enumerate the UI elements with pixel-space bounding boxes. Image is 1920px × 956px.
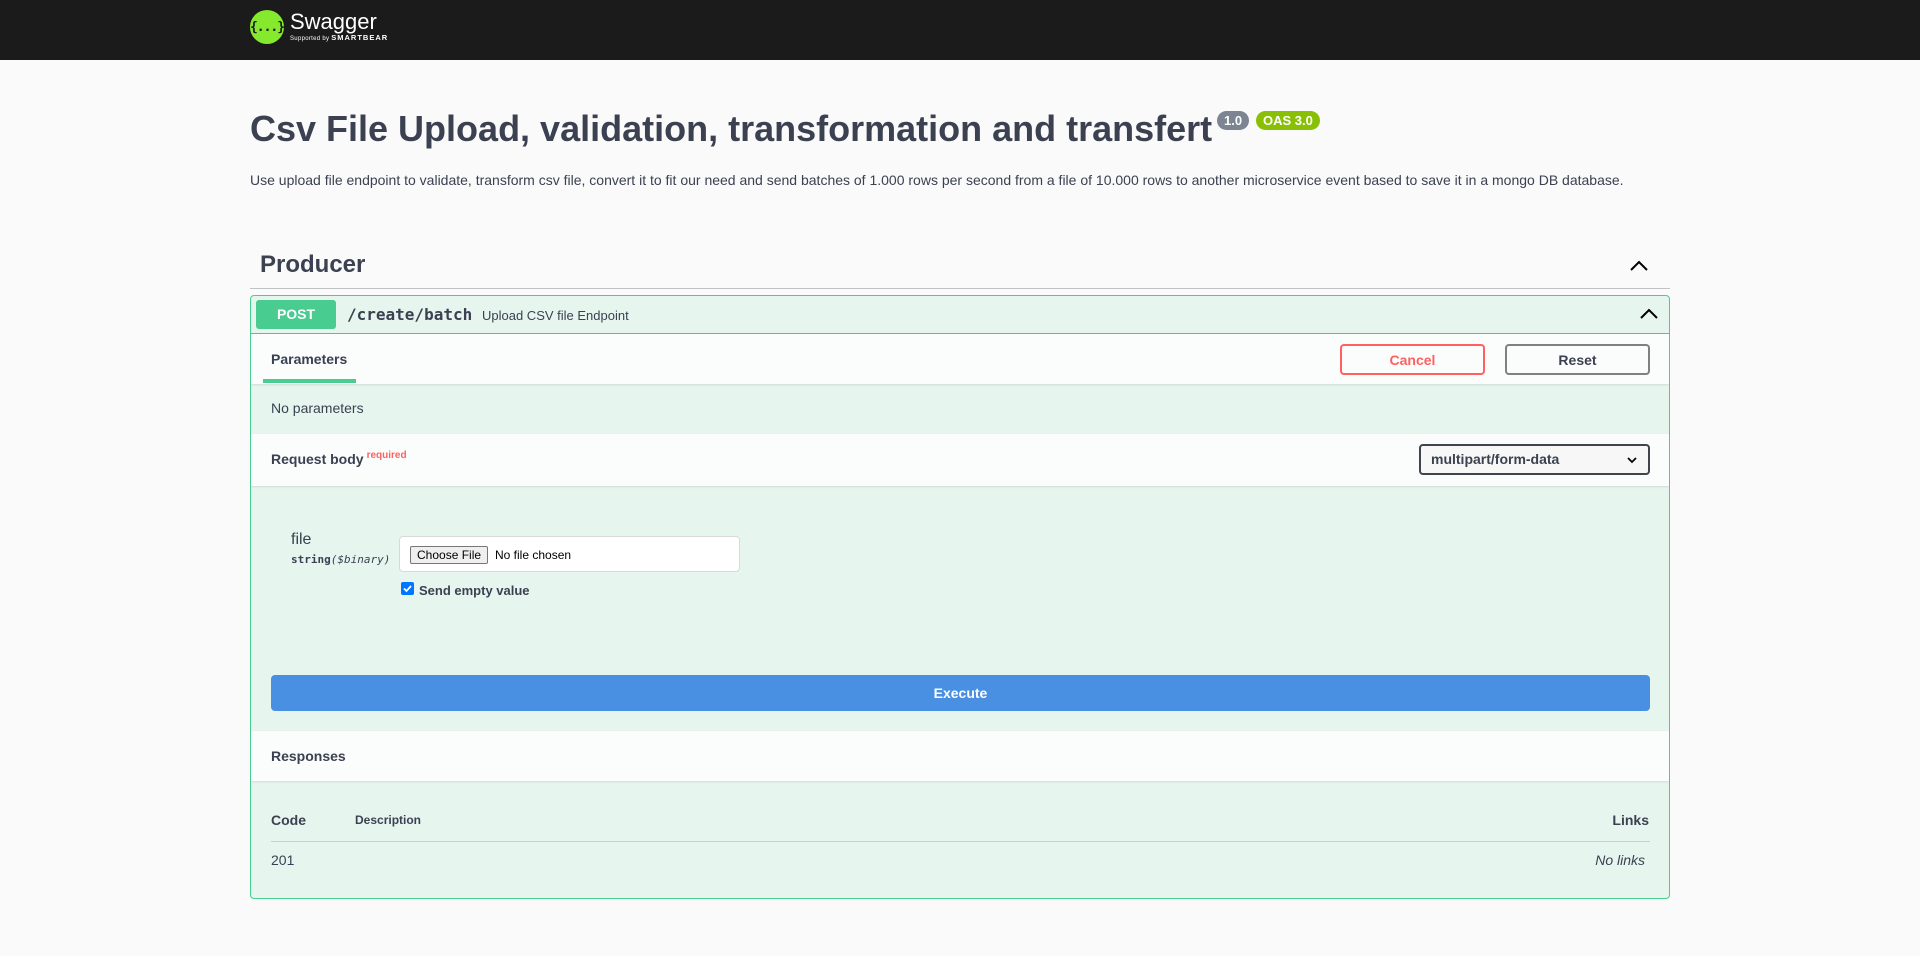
logo-text: Swagger Supported by SMARTBEAR	[290, 8, 388, 44]
logo-subtitle: Supported by SMARTBEAR	[290, 33, 388, 44]
parameters-header: Parameters Cancel Reset	[251, 334, 1669, 384]
content-type-value: multipart/form-data	[1431, 451, 1560, 467]
operation-summary[interactable]: POST /create/batch Upload CSV file Endpo…	[251, 296, 1669, 334]
tab-underline	[263, 379, 356, 383]
operation-path: /create/batch	[347, 305, 473, 324]
no-parameters-text: No parameters	[271, 400, 364, 416]
responses-column-links: Links	[1612, 812, 1649, 828]
choose-file-button[interactable]: Choose File	[410, 546, 489, 564]
param-type-name: string	[291, 553, 331, 566]
execute-button[interactable]: Execute	[271, 675, 1650, 711]
tag-name: Producer	[260, 251, 366, 278]
request-body-label: Request body	[271, 451, 364, 467]
no-file-chosen-text: No file chosen	[495, 548, 572, 562]
responses-column-description: Description	[355, 813, 422, 827]
reset-button[interactable]: Reset	[1505, 344, 1650, 375]
response-links: No links	[1595, 852, 1645, 868]
send-empty-label[interactable]: Send empty value	[419, 583, 530, 598]
oas-badge: OAS 3.0	[1256, 111, 1320, 130]
version-badge: 1.0	[1217, 111, 1250, 130]
responses-column-code: Code	[271, 812, 306, 828]
swagger-logo[interactable]: {...} Swagger Supported by SMARTBEAR	[250, 10, 388, 44]
logo-sub-prefix: Supported by	[290, 35, 330, 42]
api-title: Csv File Upload, validation, transformat…	[250, 108, 1213, 149]
swagger-logo-icon: {...}	[250, 10, 285, 44]
chevron-down-icon	[1627, 457, 1637, 464]
response-code: 201	[271, 852, 295, 868]
chevron-up-icon[interactable]	[1639, 304, 1659, 324]
tag-section-header[interactable]: Producer	[250, 243, 1670, 289]
operation-summary-text: Upload CSV file Endpoint	[482, 308, 629, 323]
request-body-title: Request body required	[271, 450, 407, 467]
tab-parameters[interactable]: Parameters	[263, 334, 355, 384]
required-marker: required	[366, 450, 407, 461]
file-input[interactable]: Choose File No file chosen	[399, 536, 740, 572]
param-format: ($binary)	[330, 553, 391, 566]
content-type-select[interactable]: multipart/form-data	[1419, 444, 1650, 475]
param-type: string($binary)	[291, 553, 390, 566]
responses-header: Responses	[251, 731, 1669, 781]
logo-sub-brand: SMARTBEAR	[331, 32, 389, 42]
send-empty-checkbox[interactable]	[401, 582, 414, 595]
checkmark-icon	[403, 585, 412, 593]
method-badge: POST	[256, 300, 336, 329]
operation-block: POST /create/batch Upload CSV file Endpo…	[250, 295, 1670, 899]
logo-title: Swagger	[290, 8, 377, 34]
topbar: {...} Swagger Supported by SMARTBEAR	[0, 0, 1920, 60]
responses-divider	[271, 841, 1650, 842]
request-body-header: Request body required multipart/form-data	[251, 434, 1669, 486]
responses-title: Responses	[271, 748, 346, 764]
api-description: Use upload file endpoint to validate, tr…	[250, 172, 1624, 188]
param-name: file	[291, 531, 312, 548]
cancel-button[interactable]: Cancel	[1340, 344, 1485, 375]
chevron-up-icon[interactable]	[1628, 255, 1650, 277]
